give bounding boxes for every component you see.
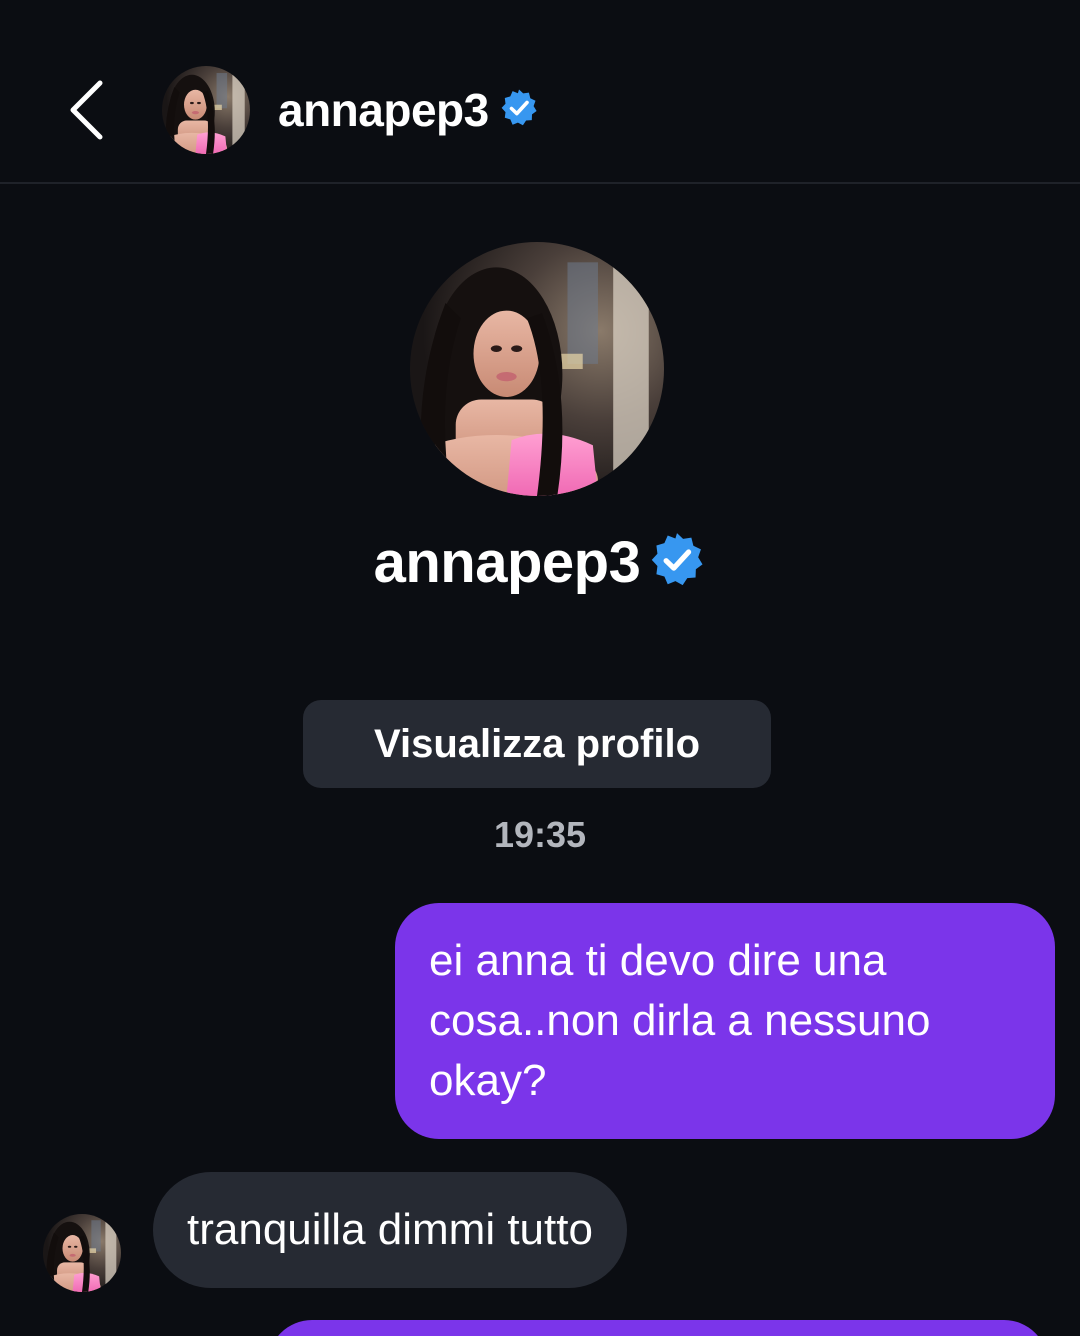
header-avatar[interactable] bbox=[162, 66, 250, 154]
chat-header: annapep3 bbox=[0, 0, 1080, 184]
dm-screen: annapep3 annapep3 Visualizza profilo 19:… bbox=[0, 0, 1080, 1336]
view-profile-button[interactable]: Visualizza profilo bbox=[303, 700, 771, 788]
message-timestamp: 19:35 bbox=[493, 814, 587, 855]
header-user[interactable]: annapep3 bbox=[278, 78, 539, 142]
profile-avatar[interactable] bbox=[410, 242, 664, 496]
outgoing-message-partial[interactable] bbox=[268, 1320, 1048, 1336]
incoming-message[interactable]: tranquilla dimmi tutto bbox=[153, 1172, 627, 1288]
verified-badge-icon bbox=[499, 88, 539, 133]
profile-user: annapep3 bbox=[0, 526, 1080, 598]
chevron-left-icon bbox=[70, 80, 103, 140]
sender-avatar[interactable] bbox=[43, 1214, 121, 1292]
back-button[interactable] bbox=[52, 70, 122, 150]
verified-badge-icon bbox=[648, 531, 706, 594]
profile-username: annapep3 bbox=[373, 529, 641, 595]
outgoing-message[interactable]: ei anna ti devo dire una cosa..non dirla… bbox=[395, 903, 1055, 1139]
header-username: annapep3 bbox=[278, 84, 489, 136]
